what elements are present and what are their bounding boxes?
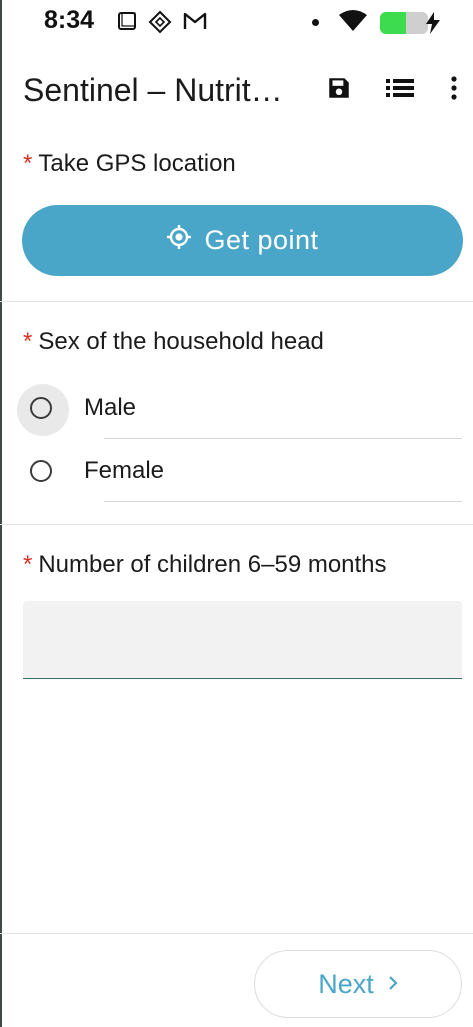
status-bar: 8:34 xyxy=(0,0,473,44)
notification-dot xyxy=(312,19,319,26)
more-options-button[interactable] xyxy=(438,74,470,106)
required-marker: * xyxy=(23,150,33,177)
next-button[interactable]: Next xyxy=(254,950,462,1018)
option-separator xyxy=(104,501,462,502)
list-icon xyxy=(385,76,415,105)
question-divider xyxy=(0,301,473,302)
more-vert-icon xyxy=(450,75,458,106)
window-edge xyxy=(0,0,2,1027)
battery-charging-icon xyxy=(380,10,442,41)
network-diamond-icon xyxy=(148,10,172,39)
get-point-label: Get point xyxy=(204,225,319,255)
radio-label-female: Female xyxy=(84,457,165,484)
gmail-icon xyxy=(183,10,207,37)
app-bar: Sentinel – Nutrit… xyxy=(0,60,473,120)
radio-option-male[interactable]: Male xyxy=(0,379,473,439)
crosshair-icon xyxy=(166,224,204,257)
sex-question-label: * Sex of the household head xyxy=(23,328,324,356)
children-question-text: Number of children 6–59 months xyxy=(38,551,387,578)
save-button[interactable] xyxy=(323,74,355,106)
next-label: Next xyxy=(318,968,374,999)
chevron-right-icon xyxy=(388,971,398,997)
status-time: 8:34 xyxy=(44,6,95,34)
get-point-button[interactable]: Get point xyxy=(22,205,463,276)
required-marker: * xyxy=(23,551,33,578)
children-count-input[interactable] xyxy=(23,601,462,679)
radio-button-female[interactable] xyxy=(30,460,52,482)
app-title: Sentinel – Nutrit… xyxy=(23,72,283,108)
required-marker: * xyxy=(23,328,33,355)
option-separator xyxy=(104,438,462,439)
radio-label-male: Male xyxy=(84,394,137,421)
gps-question-text: Take GPS location xyxy=(38,150,236,177)
footer-divider xyxy=(0,933,473,934)
save-icon xyxy=(326,75,352,106)
gps-question-label: * Take GPS location xyxy=(23,150,236,178)
sex-question-text: Sex of the household head xyxy=(38,328,324,355)
wifi-icon xyxy=(338,9,368,38)
question-divider xyxy=(0,524,473,525)
square-notification-icon xyxy=(116,10,138,37)
radio-option-female[interactable]: Female xyxy=(0,442,473,502)
children-question-label: * Number of children 6–59 months xyxy=(23,551,387,579)
hierarchy-list-button[interactable] xyxy=(384,74,416,106)
radio-button-male[interactable] xyxy=(30,397,52,419)
